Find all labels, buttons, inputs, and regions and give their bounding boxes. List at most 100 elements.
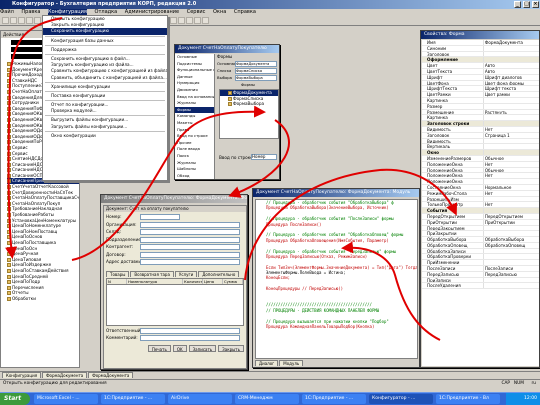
menu-item[interactable]: Сохранить конфигурацию (43, 28, 167, 35)
toolbar-button[interactable] (186, 17, 193, 24)
toolbar-button[interactable] (194, 17, 201, 24)
close-button[interactable]: × (532, 1, 539, 8)
start-button[interactable]: Start (0, 393, 30, 405)
property-value[interactable]: Нет (482, 202, 539, 208)
property-value[interactable] (482, 179, 539, 184)
property-value[interactable]: ПередЗаписью (482, 271, 539, 277)
form-nav-item[interactable]: Поиск (175, 153, 214, 160)
toolbar-button[interactable] (170, 17, 177, 24)
menu-item[interactable]: Окно конфигурации (43, 133, 167, 139)
property-value[interactable]: Нормальное (482, 184, 539, 190)
form-role-field[interactable]: ФормаСписка (235, 68, 277, 74)
property-value[interactable]: Нет (482, 173, 539, 179)
taskbar-item[interactable]: Конфигуратор - ... (369, 394, 433, 404)
form-nav-item[interactable]: Прочее (175, 140, 214, 147)
property-value[interactable]: Нет (482, 190, 539, 196)
toolbar-button[interactable] (34, 17, 41, 24)
taskbar-item[interactable]: 1С:Предприятие - ... (302, 394, 366, 404)
menu-item[interactable]: Загрузить файлы конфигурации... (43, 124, 167, 130)
form-role-field[interactable]: ФормаДокумента (235, 61, 277, 67)
taskbar-item[interactable]: CRM-Менеджм (235, 394, 299, 404)
property-value[interactable]: ПриОткрытии (482, 219, 539, 225)
form-nav-item[interactable]: Движения (175, 87, 214, 94)
toolbar-button[interactable] (26, 17, 33, 24)
property-value[interactable] (482, 115, 539, 121)
property-value[interactable]: ОбработкаОповещ (482, 242, 539, 248)
taskbar-item[interactable]: Microsoft Excel - ... (34, 394, 98, 404)
property-value[interactable]: Растянуть (482, 109, 539, 115)
doc-field-input[interactable] (140, 251, 240, 258)
toolbar-button[interactable] (202, 17, 209, 24)
taskbar-item[interactable]: 1С:Предприятие - Вл (436, 394, 500, 404)
menu-item[interactable]: Конфигурация базы данных (43, 38, 167, 44)
doc-footer-input[interactable] (140, 327, 240, 334)
form-nav-item[interactable]: Команды (175, 113, 214, 120)
form-nav-item[interactable]: Ввод на основании (175, 94, 214, 101)
doc-tab[interactable]: Товары (106, 270, 130, 277)
doc-footer-input[interactable] (140, 335, 240, 341)
property-value[interactable]: Цвет фона формы (482, 80, 539, 86)
property-value[interactable]: Обычное (482, 167, 539, 173)
property-value[interactable] (482, 144, 539, 150)
form-role-field[interactable]: ФормаВыбора (235, 75, 277, 81)
property-value[interactable] (482, 254, 539, 260)
menu-service[interactable]: Сервис (187, 9, 206, 15)
module-tab[interactable]: Модуль (279, 360, 304, 366)
property-value[interactable]: ПередОткрытием (482, 213, 539, 219)
taskbar-item[interactable]: AirDrive (168, 394, 232, 404)
form-nav-item[interactable]: Нумерация (175, 80, 214, 87)
property-value[interactable] (482, 225, 539, 231)
tree-item[interactable]: Обработки (7, 296, 79, 302)
menu-file[interactable]: Файл (0, 9, 14, 15)
property-value[interactable] (482, 97, 539, 103)
property-value[interactable] (482, 260, 539, 266)
property-value[interactable]: Шрифт диалогов (482, 74, 539, 80)
maximize-button[interactable]: □ (523, 1, 530, 8)
menu-item[interactable]: Поддержка (43, 47, 167, 53)
doc-tab[interactable]: Дополнительно (198, 270, 240, 277)
toolbar-button[interactable] (2, 17, 9, 24)
property-value[interactable]: Цвет рамки (482, 92, 539, 97)
property-value[interactable]: Обычное (482, 155, 539, 161)
form-nav-item[interactable]: Функциональные опции (175, 67, 214, 74)
property-value[interactable]: ОбработкаВыбора (482, 237, 539, 242)
property-value[interactable] (482, 283, 539, 289)
doc-field-input[interactable] (140, 229, 240, 235)
property-value[interactable]: ПослеЗаписи (482, 266, 539, 271)
menu-windows[interactable]: Окна (213, 9, 226, 15)
property-value[interactable] (482, 231, 539, 237)
doc-button[interactable]: Записать (188, 344, 217, 352)
search-by-line-field[interactable]: Номер (251, 154, 277, 160)
doc-field-input[interactable] (140, 244, 240, 250)
menu-edit[interactable]: Правка (21, 9, 40, 15)
doc-field-input[interactable] (140, 236, 240, 243)
form-nav-item[interactable]: Формы (175, 106, 214, 114)
open-window-tab[interactable]: Конфигурация (2, 372, 42, 378)
form-nav-item[interactable]: Основные (175, 54, 214, 61)
menu-item[interactable]: Проверка модулей... (43, 108, 167, 114)
property-value[interactable] (482, 45, 539, 51)
menu-item[interactable]: Поставка конфигурации (43, 93, 167, 99)
property-value[interactable]: Авто (482, 63, 539, 68)
doc-field-input[interactable] (140, 259, 240, 265)
form-nav-item[interactable]: Шаблоны (175, 166, 214, 173)
doc-field-input[interactable] (140, 221, 240, 228)
taskbar-item[interactable]: 1С:Предприятие - ... (101, 394, 165, 404)
minimize-button[interactable]: _ (514, 1, 521, 8)
property-value[interactable]: Шрифт текста (482, 86, 539, 92)
property-value[interactable] (482, 103, 539, 109)
toolbar-button[interactable] (178, 17, 185, 24)
property-row[interactable]: ПослеУдаления (422, 283, 539, 290)
property-value[interactable]: Нет (482, 126, 539, 132)
property-value[interactable] (482, 248, 539, 254)
form-nav-item[interactable]: Макеты (175, 120, 214, 127)
form-nav-item[interactable]: Подсистемы (175, 61, 214, 68)
property-value[interactable]: Страница 1 (482, 132, 539, 138)
doc-field-input[interactable] (140, 214, 180, 220)
property-value[interactable] (482, 196, 539, 202)
form-nav-item[interactable]: Права (175, 127, 214, 134)
property-value[interactable] (482, 277, 539, 283)
module-tab[interactable]: Диалог (255, 360, 279, 366)
open-window-tab[interactable]: ФормаДокумента (42, 372, 88, 378)
property-value[interactable]: Авто (482, 68, 539, 74)
